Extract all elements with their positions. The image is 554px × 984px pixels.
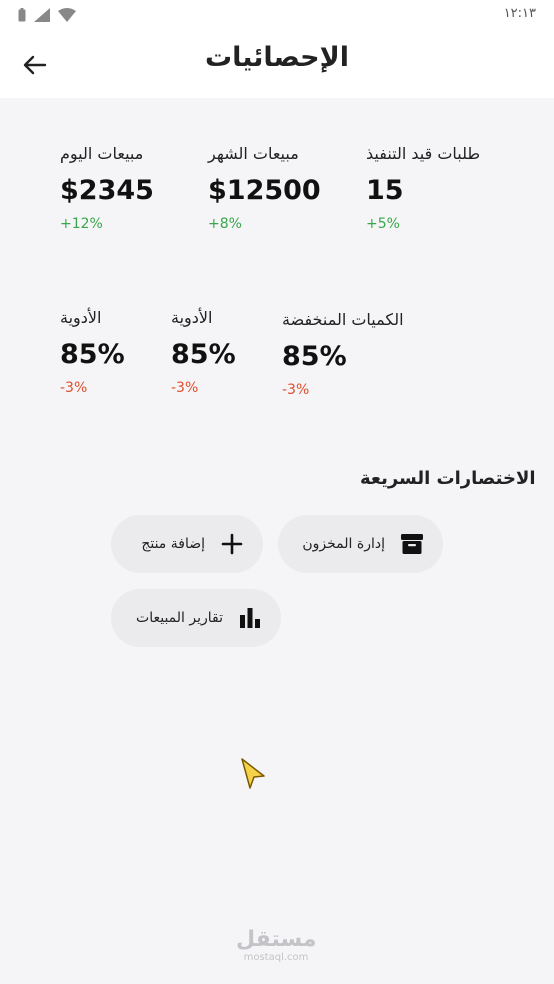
stat-change: +12% <box>60 216 103 232</box>
stat-change: -3% <box>60 380 88 396</box>
page-title: الإحصائيات <box>205 42 349 73</box>
signal-icon <box>34 8 50 22</box>
stat-label: الكميات المنخفضة <box>282 310 404 329</box>
stat-value: 85% <box>282 341 347 372</box>
bar-chart-icon <box>237 605 263 631</box>
stat-value: 85% <box>171 339 236 370</box>
sales-reports-button[interactable]: تقارير المبيعات <box>111 589 281 647</box>
status-icons <box>18 6 76 24</box>
chip-label: إضافة منتج <box>141 536 205 552</box>
app-bar: الإحصائيات <box>0 30 554 98</box>
stat-card-today-sales: مبيعات اليوم $2345 +12% <box>60 144 154 232</box>
stat-value: $2345 <box>60 175 154 206</box>
watermark-sub: mostaql.com <box>243 952 309 963</box>
stat-value: 85% <box>60 339 125 370</box>
battery-icon <box>18 8 26 22</box>
stat-label: مبيعات اليوم <box>60 144 144 163</box>
stat-change: -3% <box>282 382 310 398</box>
archive-box-icon <box>399 531 425 557</box>
stat-card-low-stock: الكميات المنخفضة 85% -3% <box>282 310 404 398</box>
chip-label: تقارير المبيعات <box>136 610 223 626</box>
stat-card-pending-orders: طلبات قيد التنفيذ 15 +5% <box>366 144 480 232</box>
stat-card-medicines: الأدوية 85% -3% <box>60 308 125 396</box>
chip-label: إدارة المخزون <box>302 536 385 552</box>
shortcuts-title: الاختصارات السريعة <box>360 468 536 489</box>
watermark-logo: مستقل mostaql.com <box>236 928 316 964</box>
wifi-icon <box>58 8 76 22</box>
stat-change: +8% <box>208 216 242 232</box>
stat-label: الأدوية <box>60 308 102 327</box>
stat-label: الأدوية <box>171 308 213 327</box>
watermark-main: مستقل <box>236 927 317 952</box>
stat-change: -3% <box>171 380 199 396</box>
stat-change: +5% <box>366 216 400 232</box>
status-bar: ١٢:١٣ <box>0 0 554 30</box>
stat-label: طلبات قيد التنفيذ <box>366 144 481 163</box>
stat-value: 15 <box>366 175 404 206</box>
stat-value: $12500 <box>208 175 321 206</box>
plus-icon <box>219 531 245 557</box>
add-product-button[interactable]: إضافة منتج <box>111 515 263 573</box>
status-time: ١٢:١٣ <box>503 6 536 21</box>
stat-label: مبيعات الشهر <box>208 144 299 163</box>
inventory-management-button[interactable]: إدارة المخزون <box>278 515 443 573</box>
stat-card-month-sales: مبيعات الشهر $12500 +8% <box>208 144 321 232</box>
stat-card-medicines-2: الأدوية 85% -3% <box>171 308 236 396</box>
mouse-cursor-icon <box>241 758 265 789</box>
